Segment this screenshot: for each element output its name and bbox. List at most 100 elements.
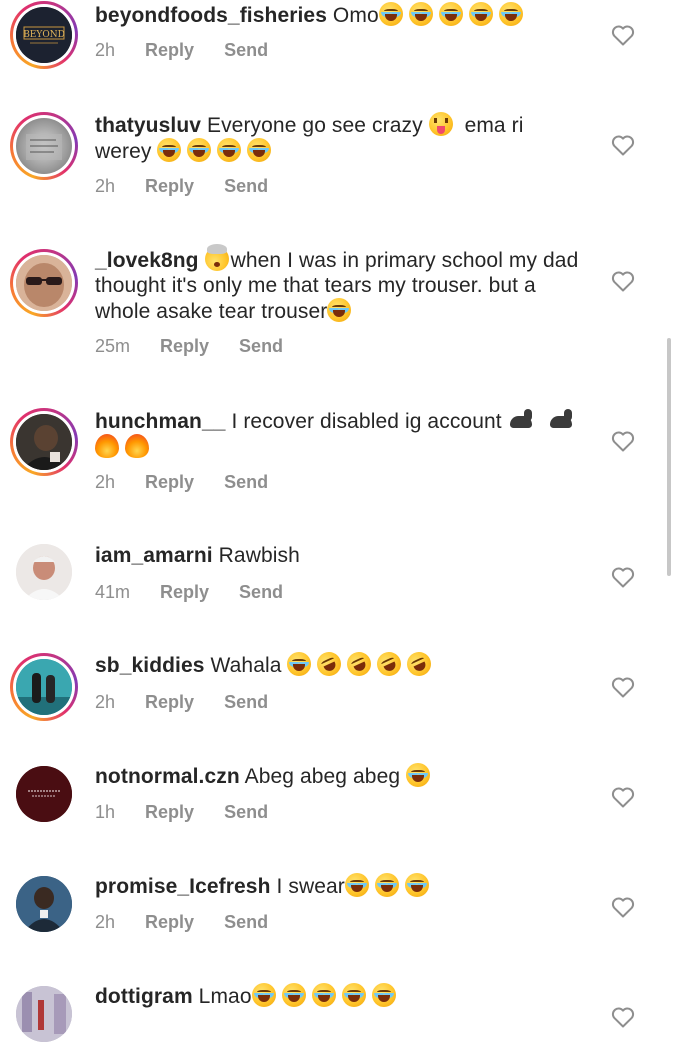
avatar[interactable] — [10, 980, 78, 1048]
comment-text: Everyone go see crazy — [206, 114, 423, 137]
comment-timestamp: 1h — [95, 802, 116, 822]
reply-button[interactable]: Reply — [145, 174, 194, 198]
send-button[interactable]: Send — [224, 910, 268, 934]
laughing-emoji-icon — [247, 138, 272, 162]
comment-username[interactable]: notnormal.czn — [95, 765, 240, 788]
rolling-laughing-emoji-icon — [373, 648, 406, 680]
rolling-laughing-emoji-icon — [403, 648, 436, 680]
brand-logo-text: BEYOND — [23, 30, 65, 40]
heart-outline-icon[interactable] — [611, 134, 635, 156]
send-button[interactable]: Send — [224, 470, 268, 494]
laughing-emoji-icon — [404, 873, 429, 897]
laughing-emoji-icon — [251, 983, 276, 1007]
rolling-laughing-emoji-icon — [313, 648, 346, 680]
comment-username[interactable]: _lovek8ng — [95, 249, 199, 272]
comment-body: dottigram Lmao — [95, 983, 585, 1009]
comment-timestamp: 25m — [95, 336, 131, 356]
laughing-emoji-icon — [498, 2, 523, 26]
fire-emoji-icon — [125, 434, 149, 458]
comment-username[interactable]: dottigram — [95, 985, 193, 1008]
profile-photo-icon — [16, 414, 72, 470]
flexed-biceps-emoji-icon — [548, 408, 576, 432]
profile-photo-icon — [26, 134, 62, 160]
heart-outline-icon[interactable] — [611, 786, 635, 808]
comment-meta: 2h Reply Send — [95, 174, 268, 198]
avatar[interactable] — [10, 538, 78, 606]
laughing-emoji-icon — [187, 138, 212, 162]
comment-username[interactable]: promise_Icefresh — [95, 875, 271, 898]
comment-username[interactable]: thatyusluv — [95, 114, 201, 137]
comment-text: Abeg abeg abeg — [244, 765, 401, 788]
rolling-laughing-emoji-icon — [343, 648, 376, 680]
send-button[interactable]: Send — [239, 580, 283, 604]
profile-photo-icon — [16, 255, 72, 311]
reply-button[interactable]: Reply — [145, 470, 194, 494]
heart-outline-icon[interactable] — [611, 270, 635, 292]
brand-logo-icon: BEYOND — [16, 7, 72, 63]
comment-username[interactable]: iam_amarni — [95, 544, 213, 567]
comment-meta: 2h Reply Send — [95, 38, 268, 62]
comment-text: I recover disabled ig account — [231, 410, 502, 433]
heart-outline-icon[interactable] — [611, 566, 635, 588]
comment-text: Wahala — [210, 654, 282, 677]
profile-photo-icon — [16, 986, 72, 1042]
reply-button[interactable]: Reply — [145, 38, 194, 62]
laughing-emoji-icon — [157, 138, 182, 162]
avatar[interactable] — [10, 870, 78, 938]
send-button[interactable]: Send — [224, 174, 268, 198]
comment-timestamp: 41m — [95, 582, 131, 602]
avatar[interactable]: BEYOND — [10, 1, 78, 69]
send-button[interactable]: Send — [224, 800, 268, 824]
laughing-emoji-icon — [438, 2, 463, 26]
comment-username[interactable]: sb_kiddies — [95, 654, 205, 677]
comment-body: _lovek8ng when I was in primary school m… — [95, 244, 585, 324]
laughing-emoji-icon — [281, 983, 306, 1007]
comment-username[interactable]: hunchman__ — [95, 410, 226, 433]
avatar[interactable] — [10, 112, 78, 180]
reply-button[interactable]: Reply — [160, 334, 209, 358]
scrollbar[interactable] — [667, 338, 671, 576]
avatar[interactable] — [10, 760, 78, 828]
profile-photo-icon — [16, 766, 72, 822]
reply-button[interactable]: Reply — [145, 690, 194, 714]
comment-meta: 2h Reply Send — [95, 690, 268, 714]
laughing-emoji-icon — [378, 2, 403, 26]
comment-body: beyondfoods_fisheries Omo — [95, 2, 585, 28]
heart-outline-icon[interactable] — [611, 1006, 635, 1028]
avatar[interactable] — [10, 408, 78, 476]
profile-photo-icon — [16, 659, 72, 715]
profile-photo-icon — [16, 544, 72, 600]
flexed-biceps-emoji-icon — [508, 408, 536, 432]
comment-meta: 25m Reply Send — [95, 334, 283, 358]
laughing-emoji-icon — [287, 652, 312, 676]
comment-username[interactable]: beyondfoods_fisheries — [95, 4, 327, 27]
heart-outline-icon[interactable] — [611, 896, 635, 918]
comment-body: sb_kiddies Wahala — [95, 648, 585, 680]
comment-timestamp: 2h — [95, 40, 116, 60]
send-button[interactable]: Send — [239, 334, 283, 358]
comment-meta: 41m Reply Send — [95, 580, 283, 604]
avatar[interactable] — [10, 249, 78, 317]
comment-body: thatyusluv Everyone go see crazy ema ri … — [95, 112, 585, 164]
send-button[interactable]: Send — [224, 690, 268, 714]
comment-body: iam_amarni Rawbish — [95, 543, 585, 568]
laughing-emoji-icon — [344, 873, 369, 897]
comment-timestamp: 2h — [95, 176, 116, 196]
avatar[interactable] — [10, 653, 78, 721]
heart-outline-icon[interactable] — [611, 676, 635, 698]
heart-outline-icon[interactable] — [611, 24, 635, 46]
reply-button[interactable]: Reply — [160, 580, 209, 604]
comment-meta: 2h Reply Send — [95, 910, 268, 934]
heart-outline-icon[interactable] — [611, 430, 635, 452]
reply-button[interactable]: Reply — [145, 800, 194, 824]
send-button[interactable]: Send — [224, 38, 268, 62]
comment-text: I swear — [276, 875, 345, 898]
laughing-emoji-icon — [217, 138, 242, 162]
fire-emoji-icon — [95, 434, 119, 458]
comments-list: BEYOND beyondfoods_fisheries Omo 2h Reply… — [0, 0, 677, 1042]
comment-body: hunchman__ I recover disabled ig account — [95, 408, 585, 460]
comment-meta: 1h Reply Send — [95, 800, 268, 824]
comment-text: Rawbish — [218, 544, 300, 567]
laughing-emoji-icon — [468, 2, 493, 26]
reply-button[interactable]: Reply — [145, 910, 194, 934]
